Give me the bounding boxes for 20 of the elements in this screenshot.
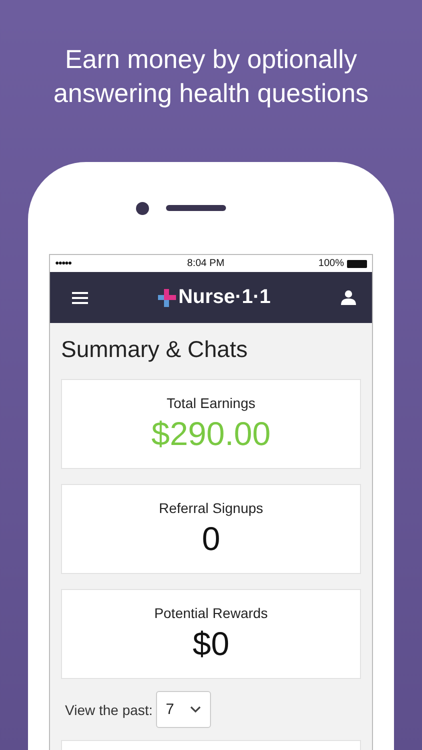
days-select[interactable]: 7: [156, 691, 211, 728]
filter-label: View the past:: [65, 702, 153, 718]
battery-icon: [347, 260, 367, 268]
card-value: $0: [192, 625, 230, 663]
speaker-icon: [166, 205, 226, 211]
menu-button[interactable]: [70, 290, 90, 306]
app-logo: Nurse·1·1: [178, 286, 271, 309]
page-title: Summary & Chats: [61, 336, 249, 363]
profile-button[interactable]: [338, 288, 358, 307]
headline: Earn money by optionally answering health questions: [52, 43, 370, 110]
camera-icon: [136, 202, 149, 214]
status-time: 8:04 PM: [187, 258, 224, 269]
card-label: Total Earnings: [166, 395, 256, 411]
card-label: Referral Signups: [158, 500, 264, 516]
card-value: 0: [202, 520, 220, 558]
battery-percent: 100%: [318, 258, 344, 269]
card-label: Potential Rewards: [154, 605, 268, 621]
card-value: $290.00: [151, 415, 271, 453]
chevron-icon: [190, 706, 201, 713]
plus-logo-icon: [158, 288, 176, 306]
